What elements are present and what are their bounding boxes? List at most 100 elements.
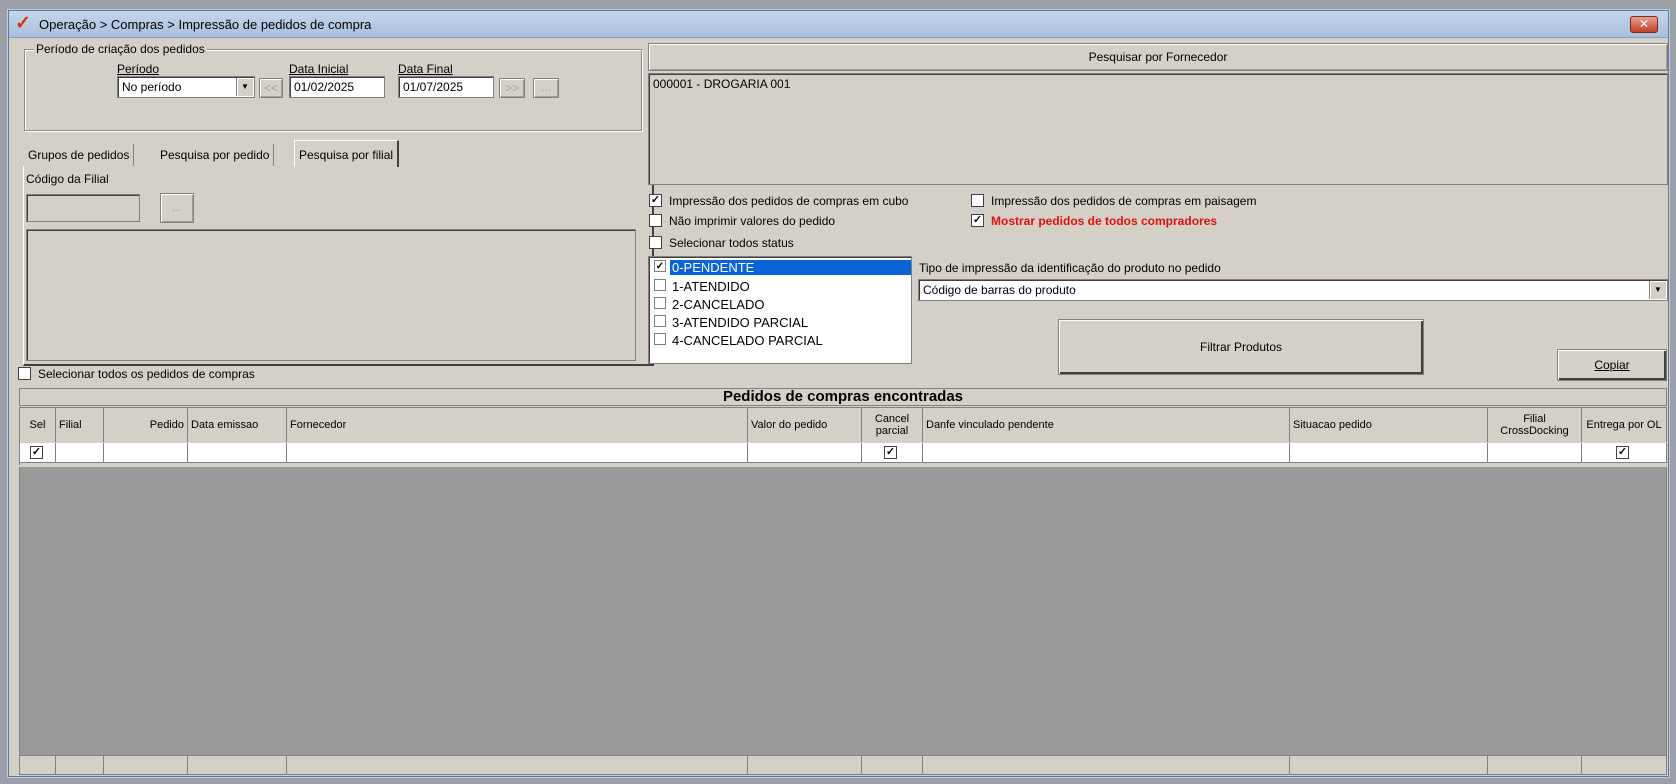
chevron-down-icon[interactable]: ▼ <box>1649 281 1666 299</box>
status-item-atendido-parcial[interactable]: 3-ATENDIDO PARCIAL <box>653 313 911 331</box>
tab-pesquisa-por-pedido[interactable]: Pesquisa por pedido <box>156 144 275 166</box>
status-cancelado-parcial-checkbox[interactable] <box>654 333 666 345</box>
row-crossdocking-cell[interactable] <box>1488 443 1582 463</box>
tab-grupos-de-pedidos[interactable]: Grupos de pedidos <box>24 144 135 166</box>
status-item-cancelado-parcial[interactable]: 4-CANCELADO PARCIAL <box>653 331 911 349</box>
row-filial-cell[interactable] <box>56 443 104 463</box>
col-filial[interactable]: Filial <box>56 408 104 442</box>
status-cancelado-checkbox[interactable] <box>654 297 666 309</box>
footer-cell <box>287 756 748 775</box>
col-cancel-parcial[interactable]: Cancel parcial <box>862 408 923 442</box>
main-window: ✓ Operação > Compras > Impressão de pedi… <box>8 10 1669 777</box>
row-sel-cell[interactable]: ✓ <box>20 443 56 463</box>
select-all-pedidos-label: Selecionar todos os pedidos de compras <box>38 367 255 381</box>
cubo-checkbox[interactable]: ✓ <box>649 194 662 207</box>
row-sel-checkbox[interactable]: ✓ <box>30 446 43 459</box>
status-list[interactable]: ✓ 0-PENDENTE 1-ATENDIDO 2-CANCELADO 3-AT… <box>648 256 912 364</box>
footer-cell <box>56 756 104 775</box>
row-entrega-ol-cell[interactable]: ✓ <box>1582 443 1667 463</box>
tipo-impressao-select[interactable]: Código de barras do produto ▼ <box>918 279 1668 301</box>
tipo-impressao-value: Código de barras do produto <box>923 283 1076 297</box>
prev-period-button[interactable]: << <box>259 78 283 98</box>
cubo-label: Impressão dos pedidos de compras em cubo <box>669 194 909 208</box>
window-title: Operação > Compras > Impressão de pedido… <box>39 17 372 32</box>
tipo-impressao-label: Tipo de impressão da identificação do pr… <box>919 261 1221 275</box>
col-filial-crossdocking[interactable]: Filial CrossDocking <box>1488 408 1582 442</box>
selecionar-status-label: Selecionar todos status <box>669 236 794 250</box>
row-cancel-parcial-cell[interactable]: ✓ <box>862 443 923 463</box>
status-atendido-checkbox[interactable] <box>654 279 666 291</box>
periodo-label: Período <box>117 62 160 76</box>
footer-cell <box>104 756 188 775</box>
periodo-legend: Período de criação dos pedidos <box>34 42 207 56</box>
tab-panel: Código da Filial ... <box>23 166 654 366</box>
app-check-icon: ✓ <box>15 13 31 34</box>
row-data-emissao-cell[interactable] <box>188 443 287 463</box>
codigo-filial-field[interactable] <box>26 194 140 222</box>
data-inicial-field[interactable]: 01/02/2025 <box>289 76 385 98</box>
row-situacao-cell[interactable] <box>1290 443 1488 463</box>
grid-header: Sel Filial Pedido Data emissao Fornecedo… <box>19 407 1667 465</box>
status-item-pendente[interactable]: ✓ 0-PENDENTE <box>653 258 911 276</box>
select-all-pedidos-checkbox[interactable] <box>18 367 31 380</box>
col-fornecedor[interactable]: Fornecedor <box>287 408 748 442</box>
footer-cell <box>748 756 862 775</box>
status-item-atendido[interactable]: 1-ATENDIDO <box>653 277 911 295</box>
col-data-emissao[interactable]: Data emissao <box>188 408 287 442</box>
col-entrega-ol[interactable]: Entrega por OL <box>1582 408 1667 442</box>
selecionar-status-checkbox[interactable] <box>649 236 662 249</box>
row-fornecedor-cell[interactable] <box>287 443 748 463</box>
footer-cell <box>923 756 1290 775</box>
col-valor-pedido[interactable]: Valor do pedido <box>748 408 862 442</box>
row-cancel-parcial-checkbox[interactable]: ✓ <box>884 446 897 459</box>
data-inicial-label: Data Inicial <box>289 62 349 76</box>
periodo-select[interactable]: No período ▼ <box>117 76 255 98</box>
fornecedor-list[interactable]: 000001 - DROGARIA 001 <box>648 73 1668 185</box>
status-item-label: 0-PENDENTE <box>670 260 911 275</box>
periodo-value: No período <box>122 80 182 94</box>
footer-cell <box>1290 756 1488 775</box>
mostrar-todos-checkbox[interactable]: ✓ <box>971 214 984 227</box>
fornecedor-item[interactable]: 000001 - DROGARIA 001 <box>653 77 1663 91</box>
col-pedido[interactable]: Pedido <box>104 408 188 442</box>
codigo-filial-label: Código da Filial <box>26 172 109 186</box>
row-pedido-cell[interactable] <box>104 443 188 463</box>
col-situacao-pedido[interactable]: Situacao pedido <box>1290 408 1488 442</box>
close-button[interactable]: ✕ <box>1630 16 1658 33</box>
grid-empty-area[interactable] <box>19 467 1667 755</box>
grid-footer <box>19 755 1667 775</box>
status-item-label: 1-ATENDIDO <box>672 279 750 294</box>
data-final-field[interactable]: 01/07/2025 <box>398 76 494 98</box>
fornecedor-header[interactable]: Pesquisar por Fornecedor <box>648 43 1668 71</box>
period-more-button[interactable]: ... <box>533 78 559 98</box>
col-sel[interactable]: Sel <box>20 408 56 442</box>
status-item-cancelado[interactable]: 2-CANCELADO <box>653 295 911 313</box>
periodo-groupbox: Período de criação dos pedidos Período N… <box>24 42 642 131</box>
mostrar-todos-label: Mostrar pedidos de todos compradores <box>991 214 1218 228</box>
status-item-label: 4-CANCELADO PARCIAL <box>672 333 823 348</box>
footer-cell <box>188 756 287 775</box>
chevron-down-icon[interactable]: ▼ <box>236 78 253 96</box>
nao-imprimir-label: Não imprimir valores do pedido <box>669 214 836 228</box>
copiar-button[interactable]: Copiar <box>1557 349 1667 381</box>
next-period-button[interactable]: >> <box>499 78 525 98</box>
paisagem-checkbox[interactable] <box>971 194 984 207</box>
row-valor-cell[interactable] <box>748 443 862 463</box>
tab-pesquisa-por-filial[interactable]: Pesquisa por filial <box>294 140 400 167</box>
filtrar-produtos-button[interactable]: Filtrar Produtos <box>1058 319 1424 375</box>
footer-cell <box>1488 756 1582 775</box>
footer-cell <box>20 756 56 775</box>
row-entrega-ol-checkbox[interactable]: ✓ <box>1616 446 1629 459</box>
status-pendente-checkbox[interactable]: ✓ <box>654 260 666 272</box>
paisagem-label: Impressão dos pedidos de compras em pais… <box>991 194 1257 208</box>
grid-title: Pedidos de compras encontradas <box>19 388 1667 406</box>
status-item-label: 3-ATENDIDO PARCIAL <box>672 315 809 330</box>
col-danfe-vinculado[interactable]: Danfe vinculado pendente <box>923 408 1290 442</box>
nao-imprimir-checkbox[interactable] <box>649 214 662 227</box>
data-final-label: Data Final <box>398 62 453 76</box>
filial-list[interactable] <box>26 229 636 361</box>
status-atendido-parcial-checkbox[interactable] <box>654 315 666 327</box>
row-danfe-cell[interactable] <box>923 443 1290 463</box>
footer-cell <box>862 756 923 775</box>
filial-lookup-button[interactable]: ... <box>160 193 194 223</box>
